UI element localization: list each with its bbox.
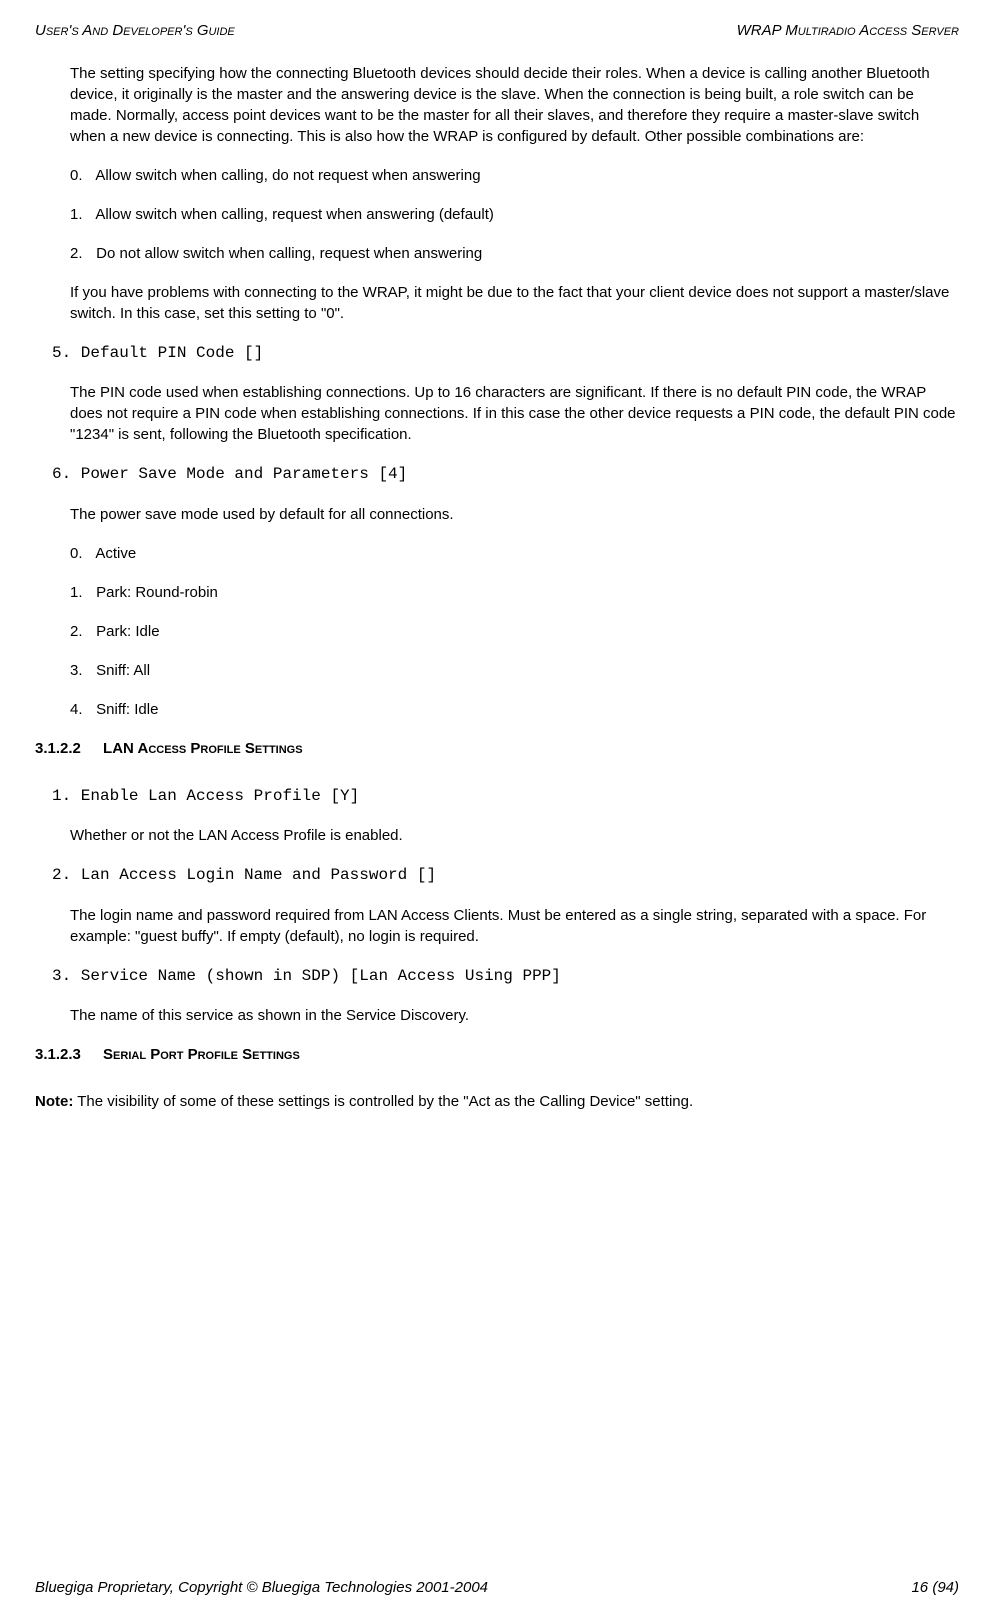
- item-text: Park: Round-robin: [96, 584, 218, 601]
- lan1-text: Whether or not the LAN Access Profile is…: [70, 825, 959, 846]
- item-text: Sniff: All: [96, 662, 150, 679]
- item6-heading: 6. Power Save Mode and Parameters [4]: [52, 463, 959, 485]
- page-header: User's And Developer's Guide WRAP Multir…: [35, 20, 959, 41]
- power-item-1: 1. Park: Round-robin: [70, 582, 959, 603]
- note-paragraph: Note: The visibility of some of these se…: [35, 1091, 959, 1112]
- item-number: 2.: [70, 621, 92, 642]
- section-title: LAN Access Profile Settings: [103, 740, 303, 757]
- role-item-1: 1. Allow switch when calling, request wh…: [70, 204, 959, 225]
- power-item-2: 2. Park: Idle: [70, 621, 959, 642]
- item-number: 4.: [70, 699, 92, 720]
- intro-paragraph: The setting specifying how the connectin…: [70, 63, 959, 147]
- lan3-text: The name of this service as shown in the…: [70, 1005, 959, 1026]
- section-title: Serial Port Profile Settings: [103, 1046, 300, 1063]
- item-text: Allow switch when calling, request when …: [95, 206, 494, 223]
- role-item-2: 2. Do not allow switch when calling, req…: [70, 243, 959, 264]
- note-text: The visibility of some of these settings…: [73, 1093, 693, 1110]
- item5-heading: 5. Default PIN Code []: [52, 342, 959, 364]
- role-note: If you have problems with connecting to …: [70, 282, 959, 324]
- note-label: Note:: [35, 1093, 73, 1110]
- page-content: The setting specifying how the connectin…: [70, 63, 959, 1112]
- item-text: Park: Idle: [96, 623, 159, 640]
- item-text: Allow switch when calling, do not reques…: [95, 167, 480, 184]
- item-number: 3.: [70, 660, 92, 681]
- lan3-heading: 3. Service Name (shown in SDP) [Lan Acce…: [52, 965, 959, 987]
- item-text: Do not allow switch when calling, reques…: [96, 245, 482, 262]
- section-number: 3.1.2.3: [35, 1044, 81, 1065]
- item-text: Active: [95, 545, 136, 562]
- power-item-4: 4. Sniff: Idle: [70, 699, 959, 720]
- item-text: Sniff: Idle: [96, 701, 158, 718]
- header-right: WRAP Multiradio Access Server: [737, 20, 959, 41]
- lan1-heading: 1. Enable Lan Access Profile [Y]: [52, 785, 959, 807]
- power-item-3: 3. Sniff: All: [70, 660, 959, 681]
- footer-right: 16 (94): [911, 1577, 959, 1598]
- footer-left: Bluegiga Proprietary, Copyright © Bluegi…: [35, 1577, 488, 1598]
- item-number: 0.: [70, 543, 92, 564]
- lan2-text: The login name and password required fro…: [70, 905, 959, 947]
- item-number: 2.: [70, 243, 92, 264]
- item-number: 1.: [70, 204, 92, 225]
- section-number: 3.1.2.2: [35, 738, 81, 759]
- item-number: 0.: [70, 165, 92, 186]
- item5-text: The PIN code used when establishing conn…: [70, 382, 959, 445]
- item-number: 1.: [70, 582, 92, 603]
- item6-text: The power save mode used by default for …: [70, 504, 959, 525]
- role-item-0: 0. Allow switch when calling, do not req…: [70, 165, 959, 186]
- section-3122-heading: 3.1.2.2 LAN Access Profile Settings: [35, 738, 959, 759]
- section-3123-heading: 3.1.2.3 Serial Port Profile Settings: [35, 1044, 959, 1065]
- lan2-heading: 2. Lan Access Login Name and Password []: [52, 864, 959, 886]
- power-item-0: 0. Active: [70, 543, 959, 564]
- page-footer: Bluegiga Proprietary, Copyright © Bluegi…: [35, 1577, 959, 1598]
- header-left: User's And Developer's Guide: [35, 20, 235, 41]
